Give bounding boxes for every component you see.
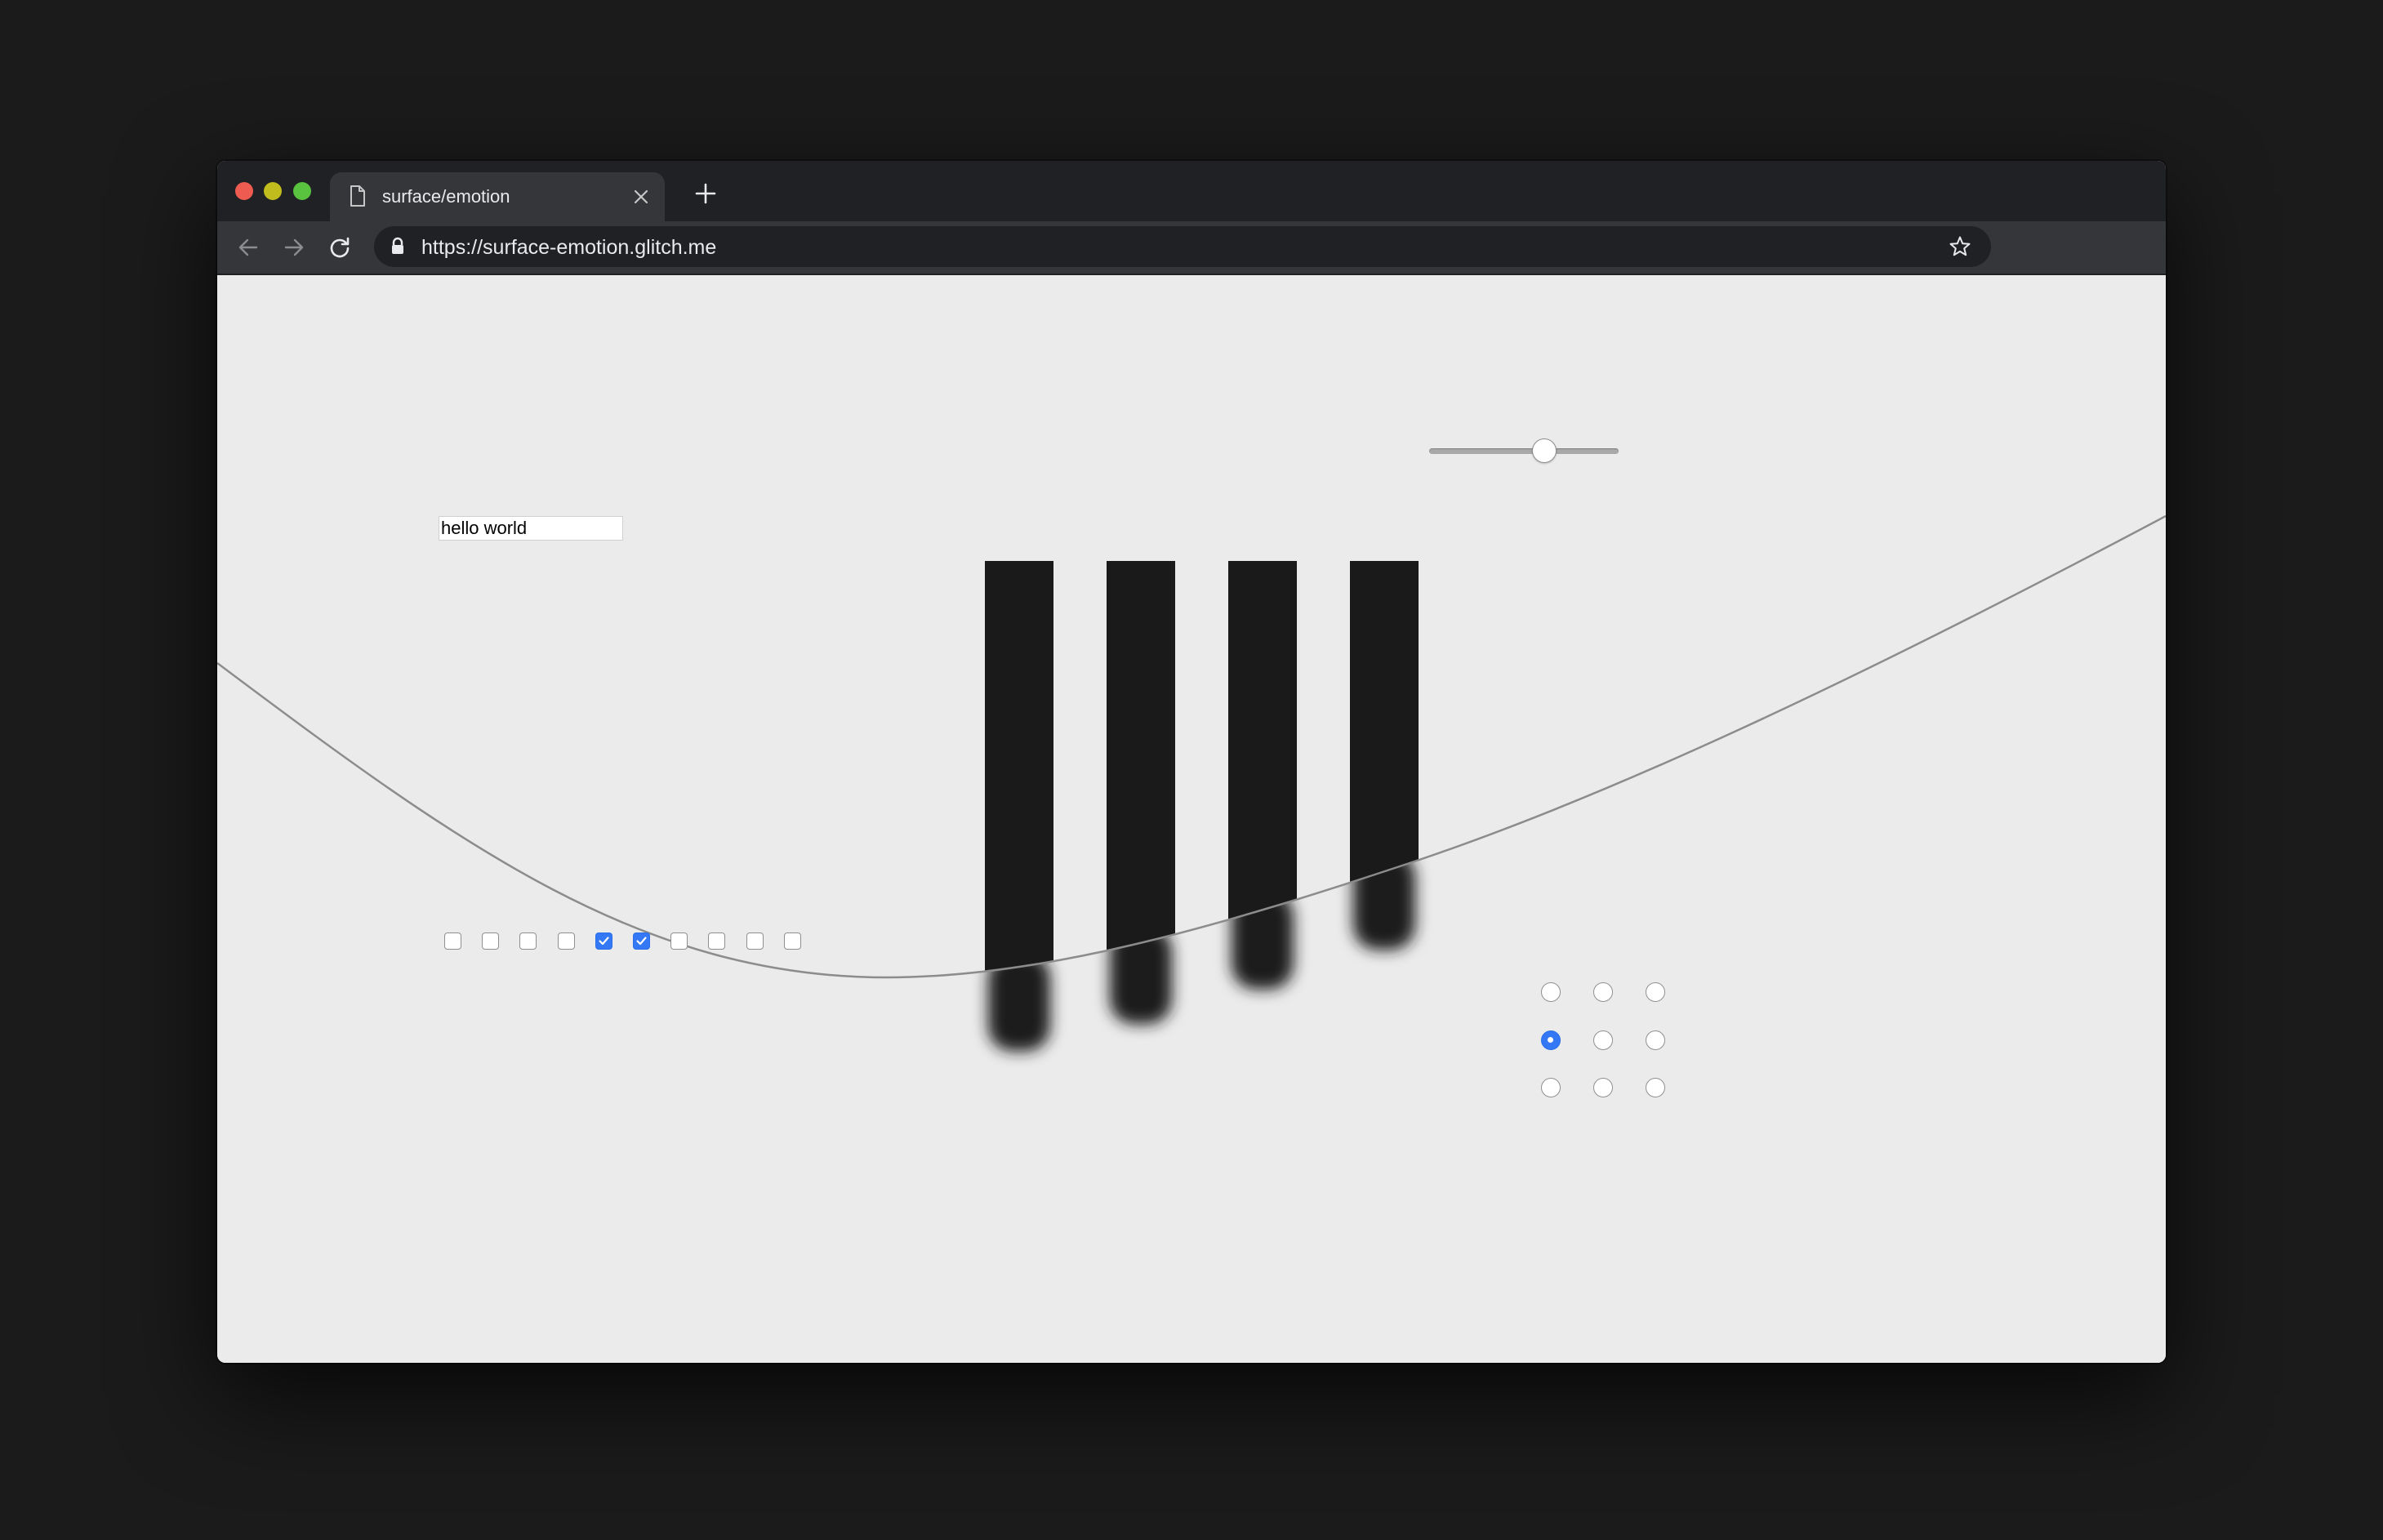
checkbox-7[interactable] [670,932,688,950]
checkbox-3[interactable] [519,932,537,950]
checkbox-4[interactable] [557,932,575,950]
slider-thumb[interactable] [1532,438,1557,463]
radio-3-1[interactable] [1541,1078,1561,1097]
star-icon[interactable] [1949,235,1971,262]
radio-1-3[interactable] [1646,982,1665,1002]
window-close-button[interactable] [235,182,253,200]
slider-track[interactable] [1429,448,1619,454]
checkbox-5[interactable] [595,932,612,950]
address-bar[interactable]: https://surface-emotion.glitch.me [374,226,1991,267]
text-input[interactable] [439,516,623,541]
window-maximize-button[interactable] [293,182,311,200]
window-minimize-button[interactable] [264,182,282,200]
close-icon[interactable] [632,188,650,210]
radio-2-1[interactable] [1541,1030,1561,1050]
radio-1-2[interactable] [1593,982,1613,1002]
forward-arrow-icon[interactable] [283,236,305,263]
address-url[interactable]: https://surface-emotion.glitch.me [421,236,716,260]
scene-canvas [217,514,2166,1052]
bar-1 [985,561,1053,975]
checkbox-6[interactable] [633,932,650,950]
lock-icon[interactable] [390,237,405,259]
radio-1-1[interactable] [1541,982,1561,1002]
checkbox-1[interactable] [444,932,461,950]
radio-3-2[interactable] [1593,1078,1613,1097]
back-arrow-icon[interactable] [237,236,260,263]
radio-2-3[interactable] [1646,1030,1665,1050]
browser-window: surface/emotion https://surface-emotion.… [217,161,2166,1363]
bar-2 [1107,561,1175,955]
checkbox-9[interactable] [746,932,764,950]
plus-icon[interactable] [695,183,716,208]
bar-3 [1228,561,1297,924]
range-slider[interactable] [1429,437,1619,465]
document-icon [350,185,366,211]
page-content [217,275,2166,1363]
radio-3-3[interactable] [1646,1078,1665,1097]
checkbox-10[interactable] [783,932,801,950]
reload-icon[interactable] [328,236,351,263]
checkbox-8[interactable] [708,932,726,950]
radio-2-2[interactable] [1593,1030,1613,1050]
surface-curve [217,514,2166,979]
tab-title: surface/emotion [382,186,510,207]
title-bar: surface/emotion [217,161,2166,221]
bar-4 [1350,561,1419,886]
checkbox-2[interactable] [482,932,500,950]
browser-tab[interactable]: surface/emotion [330,172,665,221]
browser-toolbar: https://surface-emotion.glitch.me [217,221,2166,275]
